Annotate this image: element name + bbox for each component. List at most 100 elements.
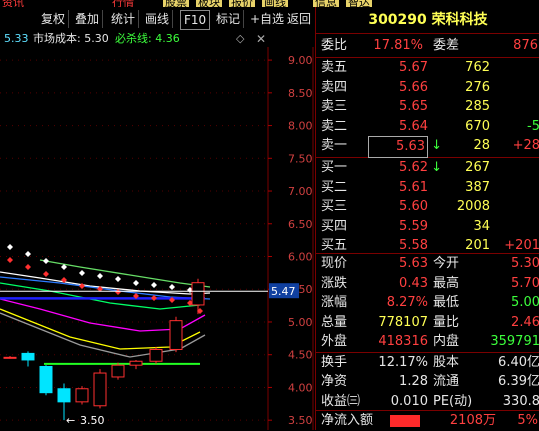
crosshair-label: 5.47: [271, 285, 296, 298]
candle-body: [191, 282, 205, 306]
weicha-value: 876: [513, 38, 538, 53]
bid-volume: 34: [473, 218, 490, 234]
legend-cost: 市场成本: 5.30: [33, 32, 109, 45]
y-tick-label: 8.50: [288, 87, 313, 100]
ask-volume: 276: [465, 79, 490, 95]
stat-label: 总量: [321, 314, 348, 330]
bid-row: 买三 5.60 2008: [316, 197, 539, 217]
legend-price: 5.33: [4, 32, 29, 45]
stat-row: 总量 778107 量比 2.46: [316, 313, 539, 333]
overlay-button[interactable]: 叠加: [72, 10, 104, 28]
kline-chart[interactable]: 9.008.508.007.507.006.506.005.505.004.50…: [0, 47, 314, 430]
ask-volume: 285: [465, 99, 490, 115]
bid-label: 买三: [321, 199, 348, 215]
ask-row: 卖二 5.64 670 -5: [316, 117, 539, 137]
menu-item-stock[interactable]: 股票: [163, 0, 189, 7]
candle-body: [149, 348, 163, 362]
bid-row: 买一 5.62 267 ↓: [316, 158, 539, 178]
ask-price: 5.65: [399, 99, 428, 115]
fund-value: 12.17%: [378, 355, 428, 370]
y-tick-label: 5.00: [288, 316, 313, 329]
stock-title: 300290 荣科科技: [316, 7, 539, 34]
ask-label: 卖二: [321, 118, 348, 134]
stat-value: 5.63: [399, 256, 428, 271]
ask-label: 卖四: [321, 79, 348, 95]
fund-row: 净资 1.28 流通 6.39亿: [316, 372, 539, 392]
y-tick-label: 6.50: [288, 218, 313, 231]
stat-value-2: 5.00: [511, 295, 539, 311]
mark-button[interactable]: 标记: [213, 10, 245, 28]
ask-price: 5.66: [399, 79, 428, 95]
adjust-button[interactable]: 复权: [38, 10, 70, 28]
ask-label: 卖一: [321, 138, 348, 154]
signal-diamond: [7, 244, 13, 250]
candle-body: [93, 372, 107, 407]
down-arrow-icon: ↓: [431, 138, 442, 154]
bid-price: 5.59: [399, 218, 428, 234]
signal-diamond-red: [7, 257, 13, 263]
stat-label: 外盘: [321, 334, 348, 350]
low-price-label: 3.50: [80, 414, 105, 427]
fund-row: 换手 12.17% 股本 6.40亿: [316, 353, 539, 373]
stat-value: 418316: [378, 334, 428, 350]
stat-value-2: 2.46: [511, 314, 539, 330]
stat-row: 外盘 418316 内盘 359791: [316, 332, 539, 352]
menu-item-sector[interactable]: 板块: [196, 0, 222, 7]
fund-value-2: 6.40亿: [498, 355, 539, 370]
weibi-value: 17.81%: [373, 38, 423, 53]
inflow-label: 净流入额: [321, 413, 374, 428]
menu-item-quote[interactable]: 报价: [229, 0, 255, 7]
stat-label-2: 最低: [433, 295, 460, 311]
signal-diamond: [115, 276, 121, 282]
menu-item-smart[interactable]: 智达: [346, 0, 372, 7]
stat-label-2: 内盘: [433, 334, 460, 350]
y-tick-label: 8.00: [288, 120, 313, 133]
bid-label: 买二: [321, 179, 348, 195]
ask-row: 卖一 5.63 28 +28 ↓: [316, 136, 539, 158]
stat-row: 涨跌 0.43 最高 5.70: [316, 274, 539, 294]
stat-row: 现价 5.63 今开 5.30: [316, 254, 539, 274]
inflow-row: 净流入额 2108万 5%: [316, 411, 539, 431]
y-axis-ticks: 9.008.508.007.507.006.506.005.505.004.50…: [288, 54, 313, 427]
signal-diamond: [151, 282, 157, 288]
menu-item-clipped[interactable]: 资讯: [2, 0, 24, 7]
stat-row: 涨幅 8.27% 最低 5.00: [316, 293, 539, 313]
bid-row: 买四 5.59 34: [316, 217, 539, 237]
menu-item-draw[interactable]: 画线: [262, 0, 288, 7]
candle-body: [129, 360, 143, 366]
ask-label: 卖三: [321, 99, 348, 115]
menu-item-info[interactable]: 信息: [313, 0, 339, 7]
quote-panel: 300290 荣科科技 委比 17.81% 委差 876 净流入额 2108万 …: [315, 7, 539, 430]
fund-value: 0.010: [390, 393, 428, 409]
candle-body: [111, 364, 125, 378]
ask-price: 5.64: [399, 118, 428, 134]
bid-label: 买四: [321, 218, 348, 234]
back-button[interactable]: 返回: [284, 10, 314, 28]
ask-price: 5.67: [399, 60, 428, 75]
menu-item-market[interactable]: 行情: [112, 0, 134, 7]
stat-value-2: 359791: [490, 334, 539, 350]
stat-label-2: 量比: [433, 314, 460, 330]
signal-diamond: [97, 273, 103, 279]
y-tick-label: 3.50: [288, 414, 313, 427]
inflow-value: 2108万: [449, 413, 496, 428]
stats-button[interactable]: 统计: [108, 10, 140, 28]
chart-toolbar: 复权 叠加 统计 画线 F10 标记 +自选 返回: [0, 7, 314, 31]
ask-row: 卖三 5.65 285: [316, 97, 539, 117]
y-tick-label: 7.00: [288, 185, 313, 198]
ask-change: -5: [527, 118, 539, 134]
bid-volume: 267: [465, 160, 490, 175]
close-icon[interactable]: ✕: [256, 31, 266, 47]
stat-value: 8.27%: [386, 295, 428, 311]
stat-value: 778107: [378, 314, 428, 330]
add-favorite-button[interactable]: +自选: [247, 10, 289, 28]
stat-label-2: 今开: [433, 256, 460, 271]
fund-row: 收益㈢ 0.010 PE(动) 330.8: [316, 392, 539, 412]
bid-row: 买二 5.61 387: [316, 178, 539, 198]
bid-price: 5.61: [399, 179, 428, 195]
diamond-icon[interactable]: ◇: [236, 31, 244, 47]
f10-button[interactable]: F10: [180, 10, 211, 30]
fund-value-2: 6.39亿: [498, 374, 539, 390]
draw-button[interactable]: 画线: [142, 10, 174, 28]
stat-value: 0.43: [399, 275, 428, 291]
